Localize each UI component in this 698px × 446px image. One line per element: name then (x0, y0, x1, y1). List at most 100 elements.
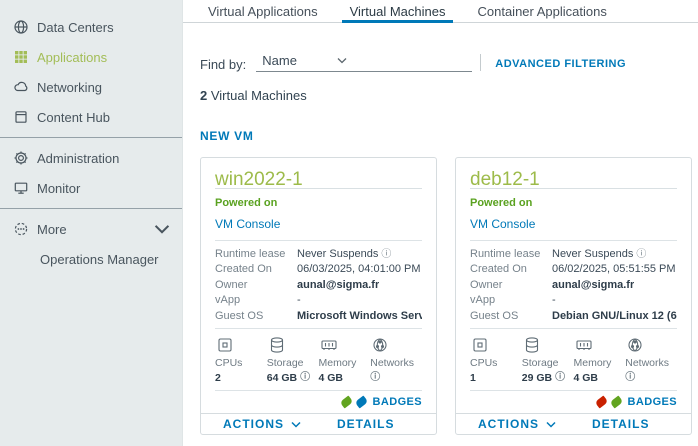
detail-value: aunal@sigma.fr (552, 278, 634, 294)
divider (470, 240, 677, 241)
detail-row: Guest OS Debian GNU/Linux 12 (64-bit) (470, 309, 677, 325)
divider (215, 240, 422, 241)
chevron-down-icon (291, 421, 301, 428)
resource-value: 1 (470, 372, 476, 384)
info-icon[interactable] (300, 373, 310, 383)
badge-tag-icon (339, 396, 353, 409)
sidebar-item-administration[interactable]: Administration (0, 143, 182, 173)
find-by-select[interactable]: Name (256, 53, 472, 72)
cpu-icon (470, 335, 514, 355)
vm-count: 2 Virtual Machines (200, 88, 698, 103)
resource-value: 29 GB (522, 372, 552, 384)
info-icon[interactable] (370, 373, 380, 383)
vm-card: deb12-1 Powered on VM Console Runtime le… (455, 157, 692, 435)
tab-virtual-machines[interactable]: Virtual Machines (342, 0, 454, 22)
sidebar-item-label: More (37, 222, 67, 237)
detail-value: Debian GNU/Linux 12 (64-bit) (552, 309, 677, 325)
vm-status: Powered on (470, 197, 677, 209)
vm-card: win2022-1 Powered on VM Console Runtime … (200, 157, 437, 435)
resource-cpus: CPUs 1 (470, 335, 514, 384)
detail-value: - (297, 293, 301, 309)
detail-row: Owner aunal@sigma.fr (470, 278, 677, 294)
detail-value: 06/03/2025, 04:01:00 PM (297, 262, 421, 278)
detail-label: Owner (215, 278, 297, 294)
detail-value: Microsoft Windows Server 202... (297, 309, 422, 325)
badge-tag-icon (609, 396, 623, 409)
badges-link[interactable]: BADGES (628, 396, 677, 408)
detail-value: 06/02/2025, 05:51:55 PM (552, 262, 676, 278)
applications-icon (13, 49, 29, 65)
resource-memory: Memory 4 GB (574, 335, 618, 384)
tab-virtual-applications[interactable]: Virtual Applications (200, 0, 326, 22)
resource-label: Storage (522, 357, 566, 369)
badges-link[interactable]: BADGES (373, 396, 422, 408)
more-icon (13, 221, 29, 237)
sidebar-item-more[interactable]: More (0, 214, 182, 244)
resource-label: CPUs (215, 357, 259, 369)
sidebar-item-label: Content Hub (37, 110, 110, 125)
detail-value: Never Suspends (297, 247, 391, 263)
detail-label: Owner (470, 278, 552, 294)
vm-resources: CPUs 2 Storage 64 GB Memory 4 GB (215, 335, 422, 384)
sidebar-divider (0, 208, 182, 209)
chevron-down-icon (546, 421, 556, 428)
sidebar-item-content-hub[interactable]: Content Hub (0, 102, 182, 132)
detail-value: Never Suspends (552, 247, 646, 263)
info-icon[interactable] (636, 250, 646, 260)
find-by-label: Find by: (200, 57, 246, 72)
advanced-filtering-link[interactable]: ADVANCED FILTERING (495, 58, 626, 70)
resource-value: 4 GB (319, 372, 344, 384)
sidebar-item-label: Applications (37, 50, 107, 65)
info-icon[interactable] (381, 250, 391, 260)
resource-value: 2 (215, 372, 221, 384)
resource-memory: Memory 4 GB (319, 335, 363, 384)
detail-label: Created On (470, 262, 552, 278)
vm-details-list: Runtime lease Never Suspends Created On … (470, 247, 677, 325)
vm-console-link[interactable]: VM Console (215, 217, 280, 231)
resource-label: Memory (319, 357, 363, 369)
vm-resources: CPUs 1 Storage 29 GB Memory 4 GB (470, 335, 677, 384)
resource-storage: Storage 29 GB (522, 335, 566, 384)
vm-name: deb12-1 (470, 158, 677, 189)
tab-container-applications[interactable]: Container Applications (469, 0, 614, 22)
detail-value: - (552, 293, 556, 309)
actions-button[interactable]: ACTIONS (478, 417, 556, 431)
detail-label: Runtime lease (215, 247, 297, 263)
resource-label: Memory (574, 357, 618, 369)
storage-icon (267, 335, 311, 355)
info-icon[interactable] (625, 373, 635, 383)
divider (470, 328, 677, 329)
find-by-selected-value: Name (262, 53, 297, 68)
filter-row: Find by: Name ADVANCED FILTERING (200, 53, 698, 72)
actions-button[interactable]: ACTIONS (223, 417, 301, 431)
main-area: Virtual Applications Virtual Machines Co… (183, 0, 698, 446)
detail-label: Created On (215, 262, 297, 278)
vm-details-list: Runtime lease Never Suspends Created On … (215, 247, 422, 325)
sidebar-item-label: Networking (37, 80, 102, 95)
sidebar-item-label: Data Centers (37, 20, 114, 35)
new-vm-button[interactable]: NEW VM (200, 129, 254, 143)
networks-icon (625, 335, 669, 355)
info-icon[interactable] (555, 373, 565, 383)
sidebar-item-applications[interactable]: Applications (0, 42, 182, 72)
sidebar-item-data-centers[interactable]: Data Centers (0, 12, 182, 42)
sidebar-item-operations-manager[interactable]: Operations Manager (0, 244, 182, 274)
detail-row: Runtime lease Never Suspends (215, 247, 422, 263)
networks-icon (370, 335, 414, 355)
vm-console-link[interactable]: VM Console (470, 217, 535, 231)
details-button[interactable]: DETAILS (337, 417, 394, 431)
detail-row: vApp - (470, 293, 677, 309)
sidebar-item-monitor[interactable]: Monitor (0, 173, 182, 203)
vm-name: win2022-1 (215, 158, 422, 189)
detail-label: vApp (215, 293, 297, 309)
vertical-divider (480, 54, 481, 71)
resource-label: Networks (625, 357, 669, 369)
storage-icon (522, 335, 566, 355)
monitor-display-icon (13, 180, 29, 196)
networking-cloud-icon (13, 79, 29, 95)
details-button[interactable]: DETAILS (592, 417, 649, 431)
resource-value: 64 GB (267, 372, 297, 384)
sidebar-item-networking[interactable]: Networking (0, 72, 182, 102)
memory-icon (574, 335, 618, 355)
card-footer: ACTIONS DETAILS (456, 413, 691, 434)
